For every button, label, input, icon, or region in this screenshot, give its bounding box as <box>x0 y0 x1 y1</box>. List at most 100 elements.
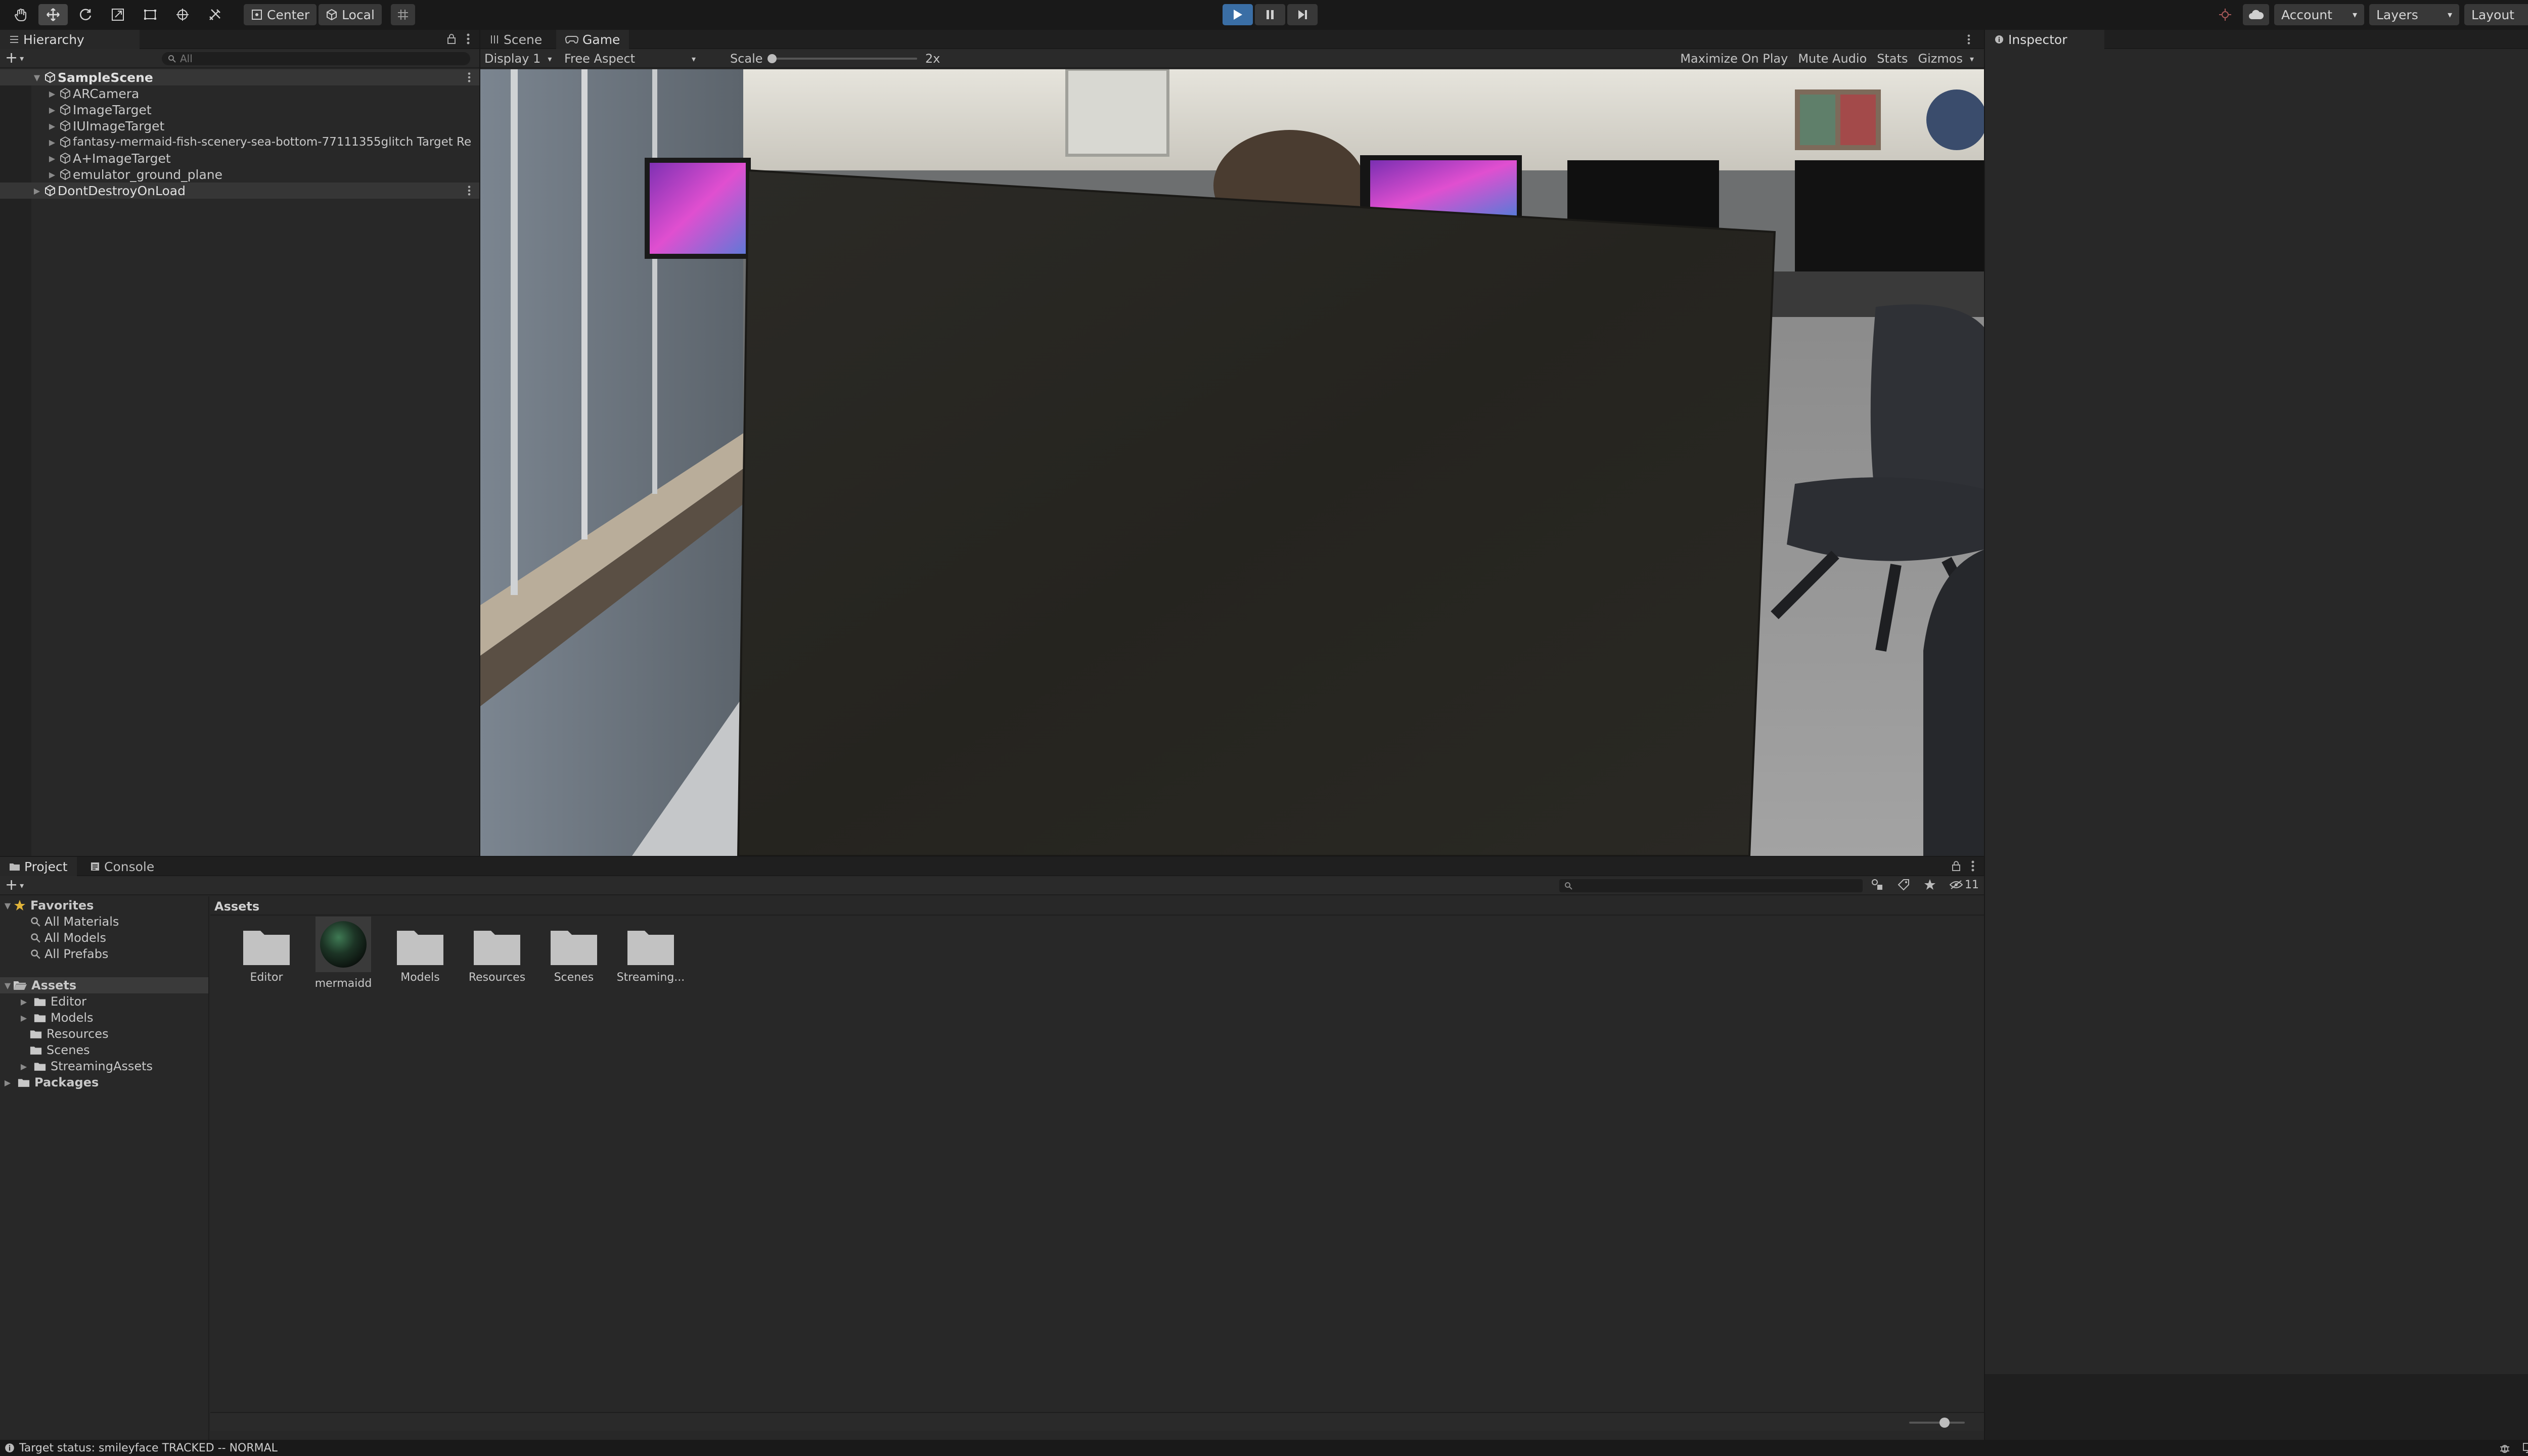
transform-tool-button[interactable] <box>168 4 197 25</box>
project-panel: Project Console + ▾ 11 ▼ Favorites All M… <box>0 857 1984 1440</box>
favorites-header[interactable]: ▼ Favorites <box>0 897 208 914</box>
expand-triangle-icon[interactable]: ▼ <box>2 901 13 911</box>
expand-triangle-icon[interactable]: ▼ <box>31 73 42 82</box>
lock-icon[interactable] <box>1952 860 1961 872</box>
breadcrumb[interactable]: Assets <box>214 899 259 914</box>
dontdestroy-scene-row[interactable]: ▶ DontDestroyOnLoad <box>0 183 479 199</box>
hidden-packages-toggle[interactable]: 11 <box>1950 879 1979 891</box>
collapse-triangle-icon[interactable]: ▶ <box>47 89 58 99</box>
scene-row[interactable]: ▼ SampleScene <box>0 69 479 85</box>
custom-tool-button[interactable] <box>200 4 230 25</box>
favorite-star-icon[interactable] <box>1923 878 1936 891</box>
collapse-triangle-icon[interactable]: ▶ <box>2 1078 13 1087</box>
asset-folder-item[interactable]: Resources <box>0 1026 208 1042</box>
create-asset-dropdown[interactable]: + ▾ <box>5 878 24 893</box>
tab-project[interactable]: Project <box>0 857 77 876</box>
pivot-space-button[interactable]: Local <box>319 4 382 25</box>
collapse-triangle-icon[interactable]: ▶ <box>18 1013 29 1023</box>
kebab-menu-icon[interactable] <box>1971 860 1975 872</box>
cloud-button[interactable] <box>2243 4 2269 25</box>
collab-button[interactable] <box>2213 4 2238 25</box>
move-tool-button[interactable] <box>38 4 68 25</box>
kebab-menu-icon[interactable] <box>466 33 470 45</box>
collapse-triangle-icon[interactable]: ▶ <box>47 121 58 131</box>
grid-snapping-button[interactable] <box>390 4 415 25</box>
asset-folder-item[interactable]: Scenes <box>0 1042 208 1058</box>
filter-by-label-icon[interactable] <box>1897 878 1910 891</box>
asset-tile-folder[interactable]: Scenes <box>536 927 612 984</box>
favorite-item[interactable]: All Materials <box>0 914 208 930</box>
asset-folder-item[interactable]: ▶ StreamingAssets <box>0 1058 208 1074</box>
collapse-triangle-icon[interactable]: ▶ <box>18 1062 29 1071</box>
stats-toggle[interactable]: Stats <box>1877 52 1908 66</box>
hierarchy-item[interactable]: ▶ fantasy-mermaid-fish-scenery-sea-botto… <box>0 134 479 150</box>
scale-slider-handle[interactable] <box>768 54 777 63</box>
network-icon[interactable] <box>2522 1442 2528 1454</box>
asset-tile-folder[interactable]: Models <box>382 927 458 984</box>
favorite-item[interactable]: All Prefabs <box>0 946 208 962</box>
hierarchy-search-input[interactable] <box>179 52 464 65</box>
account-dropdown[interactable]: Account ▾ <box>2274 4 2364 25</box>
expand-triangle-icon[interactable]: ▼ <box>2 981 13 990</box>
filter-by-type-icon[interactable] <box>1871 878 1884 891</box>
game-viewport[interactable] <box>480 69 1984 856</box>
rotate-tool-button[interactable] <box>71 4 100 25</box>
asset-tile-material[interactable]: mermaidd <box>305 917 381 990</box>
display-dropdown[interactable]: Display 1 ▾ <box>484 49 552 68</box>
hierarchy-item[interactable]: ▶ ImageTarget <box>0 102 479 118</box>
layers-dropdown[interactable]: Layers ▾ <box>2369 4 2459 25</box>
rect-tool-button[interactable] <box>136 4 165 25</box>
asset-folder-item[interactable]: ▶ Editor <box>0 993 208 1010</box>
mute-audio-toggle[interactable]: Mute Audio <box>1798 52 1867 66</box>
packages-root[interactable]: ▶ Packages <box>0 1074 208 1090</box>
collapse-triangle-icon[interactable]: ▶ <box>47 170 58 179</box>
debug-bug-icon[interactable] <box>2499 1442 2511 1454</box>
tab-game[interactable]: Game <box>556 30 629 49</box>
project-search[interactable] <box>1559 879 1863 892</box>
pivot-mode-button[interactable]: Center <box>244 4 317 25</box>
lock-icon[interactable] <box>447 33 456 44</box>
collapse-triangle-icon[interactable]: ▶ <box>47 105 58 115</box>
tab-hierarchy[interactable]: Hierarchy <box>0 30 140 49</box>
collapse-triangle-icon[interactable]: ▶ <box>47 154 58 163</box>
hierarchy-search[interactable] <box>162 52 470 65</box>
hand-tool-button[interactable] <box>6 4 35 25</box>
maximize-on-play-toggle[interactable]: Maximize On Play <box>1680 52 1788 66</box>
collapse-triangle-icon[interactable]: ▶ <box>18 997 29 1007</box>
inspector-tabbar: Inspector <box>1985 30 2528 49</box>
create-dropdown[interactable]: + ▾ <box>5 51 24 66</box>
tab-inspector[interactable]: Inspector <box>1985 30 2104 49</box>
kebab-menu-icon[interactable] <box>467 72 471 83</box>
hierarchy-item[interactable]: ▶ emulator_ground_plane <box>0 166 479 183</box>
scale-tool-button[interactable] <box>103 4 132 25</box>
kebab-menu-icon[interactable] <box>1967 34 1971 45</box>
favorite-item[interactable]: All Models <box>0 930 208 946</box>
status-message[interactable]: Target status: smileyface TRACKED -- NOR… <box>4 1441 278 1455</box>
search-icon <box>1565 882 1572 890</box>
aspect-dropdown[interactable]: Free Aspect ▾ <box>564 49 696 68</box>
asset-folder-label: Editor <box>51 994 87 1009</box>
step-button[interactable] <box>1287 4 1318 25</box>
hierarchy-item[interactable]: ▶ ARCamera <box>0 85 479 102</box>
asset-tile-folder[interactable]: Editor <box>229 927 304 984</box>
layout-dropdown[interactable]: Layout ▾ <box>2464 4 2528 25</box>
kebab-menu-icon[interactable] <box>467 185 471 196</box>
scale-slider-track[interactable] <box>771 58 917 60</box>
hierarchy-item[interactable]: ▶ IUImageTarget <box>0 118 479 134</box>
asset-tile-folder[interactable]: Resources <box>459 927 535 984</box>
rotate-icon <box>80 9 92 21</box>
asset-folder-item[interactable]: ▶ Models <box>0 1010 208 1026</box>
gizmos-dropdown[interactable]: Gizmos ▾ <box>1918 52 1974 66</box>
hierarchy-item-label: emulator_ground_plane <box>73 167 223 182</box>
tab-console[interactable]: Console <box>81 857 163 876</box>
icon-size-slider-handle[interactable] <box>1939 1418 1950 1428</box>
assets-root[interactable]: ▼ Assets <box>0 977 208 993</box>
collapse-triangle-icon[interactable]: ▶ <box>31 186 42 196</box>
hierarchy-item[interactable]: ▶ A+ImageTarget <box>0 150 479 166</box>
pause-button[interactable] <box>1255 4 1285 25</box>
tab-scene[interactable]: Scene <box>480 30 551 49</box>
collapse-triangle-icon[interactable]: ▶ <box>47 138 58 147</box>
play-button[interactable] <box>1223 4 1253 25</box>
icon-size-slider[interactable] <box>1909 1422 1965 1424</box>
asset-tile-folder[interactable]: Streaming... <box>613 927 689 984</box>
